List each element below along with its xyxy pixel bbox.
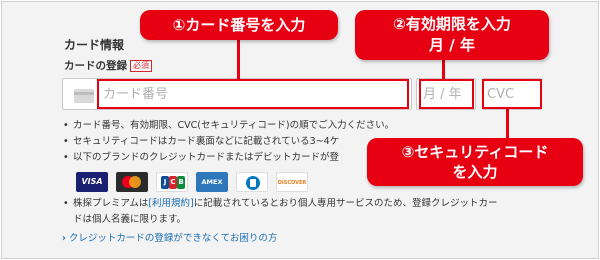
card-registration-help-link[interactable]: › クレジットカードの登録ができなくてお困りの方 [62, 230, 277, 244]
terms-link[interactable]: [利用規約] [148, 198, 193, 209]
jcb-logo-icon: J C B [156, 172, 188, 192]
diners-club-logo-icon [236, 172, 268, 192]
callout-connector-expiry [442, 59, 445, 79]
note-security-code: セキュリティコードはカード裏面などに記載されている3~4ケ [62, 134, 394, 150]
visa-logo-icon: VISA [76, 172, 108, 192]
callout-connector-card [237, 39, 240, 79]
required-badge: 必須 [130, 60, 152, 72]
note-input-order: カード番号、有効期限、CVC(セキュリティコード)の順でご入力ください。 [62, 118, 394, 134]
section-title: カード情報 [64, 38, 125, 52]
mastercard-logo-icon [116, 172, 148, 192]
note-suffix: に記載されているとおり個人専用サービスのため、登録クレジットカー [193, 198, 498, 209]
credit-card-icon [74, 89, 94, 103]
chevron-right-icon: › [62, 233, 66, 244]
callout-connector-cvc [506, 109, 509, 139]
card-register-label: カードの登録 [64, 60, 127, 72]
note-prefix: 株探プレミアムは [73, 198, 149, 209]
cvc-highlight [482, 79, 542, 109]
help-link-label: クレジットカードの登録ができなくてお困りの方 [68, 233, 278, 244]
note-line2: ドは個人名義に限ります。 [73, 214, 187, 225]
amex-logo-icon: AMEX [196, 172, 228, 192]
personal-use-note: 株探プレミアムは[利用規約]に記載されているとおり個人専用サービスのため、登録ク… [62, 196, 497, 228]
callout-card-number: ①カード番号を入力 [140, 10, 338, 40]
note-brands: 以下のブランドのクレジットカードまたはデビットカードが登 [62, 150, 394, 166]
expiry-highlight [419, 79, 474, 109]
callout-expiry: ②有効期限を入力 月 / 年 [355, 10, 549, 60]
callout-cvc: ③セキュリティコード を入力 [367, 138, 583, 186]
card-notes: カード番号、有効期限、CVC(セキュリティコード)の順でご入力ください。 セキュ… [62, 118, 394, 166]
discover-logo-icon: DISCOVER [276, 172, 308, 192]
card-number-highlight [97, 79, 409, 109]
